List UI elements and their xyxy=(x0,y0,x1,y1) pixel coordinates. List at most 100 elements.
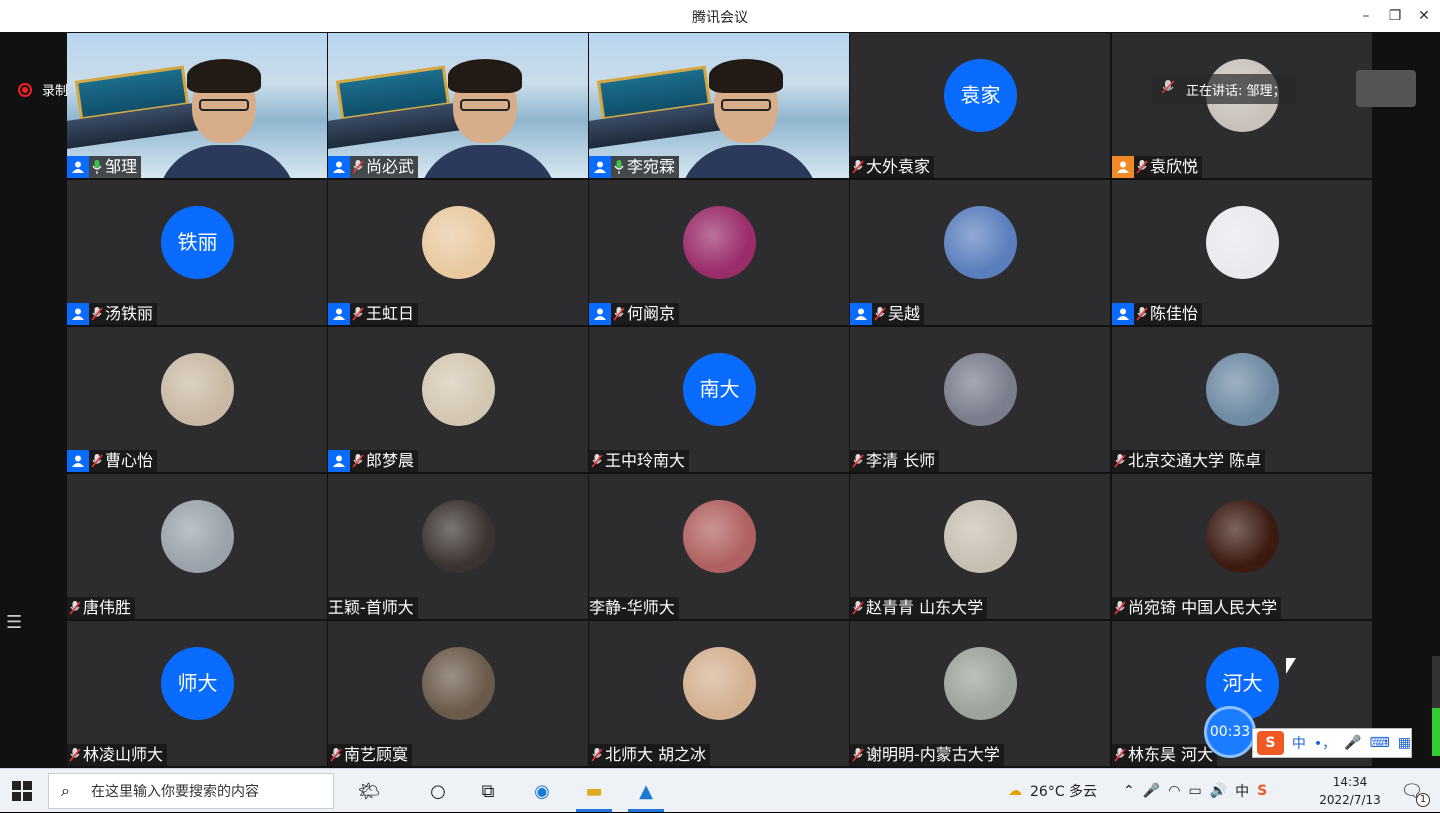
participant-tile[interactable]: 北师大 胡之冰 xyxy=(589,621,849,766)
participant-name-bar: 李清 长师 xyxy=(850,450,940,472)
participant-name-bar: 北京交通大学 陈卓 xyxy=(1112,450,1266,472)
taskbar-search-box[interactable]: ⌕ 在这里输入你要搜索的内容 xyxy=(48,773,334,809)
participant-tile[interactable]: 王虹日 xyxy=(328,180,588,325)
participant-tile[interactable]: 郎梦晨 xyxy=(328,327,588,472)
participant-tile[interactable]: 铁丽 汤铁丽 xyxy=(67,180,327,325)
participant-tile[interactable]: 谢明明-内蒙古大学 xyxy=(850,621,1110,766)
file-explorer-icon[interactable]: ▬ xyxy=(580,777,608,805)
participant-name-bar: 尚必武 xyxy=(328,156,419,178)
input-method-indicator[interactable]: 中 xyxy=(1235,781,1249,801)
participant-name-bar: 王虹日 xyxy=(328,303,419,325)
participant-name-bar: 郎梦晨 xyxy=(328,450,419,472)
user-icon xyxy=(67,450,89,472)
participant-tile[interactable]: 王颖-首师大 xyxy=(328,474,588,619)
call-timer[interactable]: 00:33 xyxy=(1204,706,1256,758)
participant-name-bar: 大外袁家 xyxy=(850,156,935,178)
participant-tile[interactable]: 李宛霖 xyxy=(589,33,849,178)
participant-name-bar: 南艺顾寞 xyxy=(328,744,413,766)
participant-tile[interactable]: 李静-华师大 xyxy=(589,474,849,619)
volume-icon[interactable]: 🔊 xyxy=(1210,783,1227,799)
participant-tile[interactable]: 袁家大外袁家 xyxy=(850,33,1110,178)
mic-muted-icon xyxy=(589,452,605,470)
participant-list-icon[interactable]: ☰ xyxy=(6,612,22,633)
participant-name: 李静-华师大 xyxy=(589,598,675,617)
participant-name-bar: 王颖-首师大 xyxy=(328,597,418,619)
participant-name-bar: 何阚京 xyxy=(589,303,680,325)
participant-tile[interactable]: 尚必武 xyxy=(328,33,588,178)
tencent-meeting-icon[interactable]: ▲ xyxy=(632,777,660,805)
participant-name-bar: 曹心怡 xyxy=(67,450,158,472)
participant-name-bar: 吴越 xyxy=(850,303,925,325)
participant-name: 吴越 xyxy=(888,304,921,323)
edge-browser-icon[interactable]: ◉ xyxy=(528,777,556,805)
volume-level-meter xyxy=(1432,656,1440,756)
participant-tile[interactable]: 尚宛锜 中国人民大学 xyxy=(1112,474,1372,619)
news-highlight-icon[interactable]: 🌤 xyxy=(344,777,394,805)
participant-tile[interactable]: 北京交通大学 陈卓 xyxy=(1112,327,1372,472)
avatar xyxy=(422,500,495,573)
participant-tile[interactable]: 邹理 xyxy=(67,33,327,178)
participant-tile[interactable]: 何阚京 xyxy=(589,180,849,325)
avatar: 南大 xyxy=(683,353,756,426)
participant-tile[interactable]: 师大 林凌山师大 xyxy=(67,621,327,766)
participant-name: 王虹日 xyxy=(366,304,415,323)
sogou-tray-icon[interactable]: S xyxy=(1257,783,1267,799)
mic-muted-icon xyxy=(850,746,866,764)
participant-name-bar: 林东昊 河大 xyxy=(1112,744,1218,766)
participant-tile[interactable]: 袁欣悦 xyxy=(1112,33,1372,178)
ime-apps-icon[interactable]: ▦ xyxy=(1398,735,1411,751)
ime-mic-icon[interactable]: 🎤 xyxy=(1344,735,1361,751)
participant-tile[interactable]: 吴越 xyxy=(850,180,1110,325)
participant-name-bar: 袁欣悦 xyxy=(1112,156,1203,178)
mic-muted-icon xyxy=(1161,79,1175,99)
ime-punct[interactable]: •， xyxy=(1314,733,1336,753)
avatar xyxy=(161,353,234,426)
participant-name-bar: 唐伟胜 xyxy=(67,597,136,619)
restore-button[interactable]: ❐ xyxy=(1385,6,1405,26)
windows-start-icon[interactable] xyxy=(12,781,32,801)
network-icon[interactable]: ◠ xyxy=(1168,783,1180,799)
participant-video xyxy=(679,53,819,178)
mic-muted-icon xyxy=(1112,452,1128,470)
task-view-icon[interactable]: ⧉ xyxy=(474,777,502,805)
close-button[interactable]: ✕ xyxy=(1414,6,1434,26)
participant-tile[interactable]: 李清 长师 xyxy=(850,327,1110,472)
sogou-icon[interactable]: S xyxy=(1257,731,1284,755)
participant-tile[interactable]: 南艺顾寞 xyxy=(328,621,588,766)
participant-tile[interactable]: 南大 王中玲南大 xyxy=(589,327,849,472)
mic-muted-icon xyxy=(850,452,866,470)
mic-muted-icon xyxy=(350,305,366,323)
participant-name-bar: 李静-华师大 xyxy=(589,597,679,619)
battery-icon[interactable]: ▭ xyxy=(1188,783,1201,799)
microphone-tray-icon[interactable]: 🎤 xyxy=(1143,783,1160,799)
participant-name: 唐伟胜 xyxy=(83,598,132,617)
user-icon xyxy=(850,303,872,325)
avatar: 袁家 xyxy=(944,59,1017,132)
avatar xyxy=(422,206,495,279)
taskbar-clock[interactable]: 14:34 2022/7/13 xyxy=(1310,773,1390,809)
participant-name: 李宛霖 xyxy=(627,157,676,176)
participant-tile[interactable]: 陈佳怡 xyxy=(1112,180,1372,325)
minimize-button[interactable]: – xyxy=(1356,6,1376,26)
participant-name: 北京交通大学 陈卓 xyxy=(1128,451,1262,470)
ime-toolbar[interactable]: S 中 •， 🎤 ⌨ ▦ xyxy=(1252,728,1412,758)
weather-text[interactable]: 26°C 多云 xyxy=(1030,781,1097,801)
cortana-icon[interactable]: ○ xyxy=(424,777,452,805)
avatar xyxy=(683,206,756,279)
video-thumbnail-control[interactable] xyxy=(1356,70,1416,107)
participant-name-bar: 陈佳怡 xyxy=(1112,303,1203,325)
speaking-indicator: 正在讲话: 邹理； xyxy=(1152,74,1296,104)
participant-name: 尚必武 xyxy=(366,157,415,176)
chevron-up-icon[interactable]: ⌃ xyxy=(1123,783,1135,799)
participant-name: 尚宛锜 中国人民大学 xyxy=(1128,598,1278,617)
participant-tile[interactable]: 曹心怡 xyxy=(67,327,327,472)
participant-name: 林东昊 河大 xyxy=(1128,745,1214,764)
participant-tile[interactable]: 赵青青 山东大学 xyxy=(850,474,1110,619)
notification-center-icon[interactable]: 🗨 1 xyxy=(1398,777,1430,807)
weather-icon[interactable]: ☁ xyxy=(1008,783,1022,799)
user-icon xyxy=(1112,303,1134,325)
ime-mode[interactable]: 中 xyxy=(1292,733,1306,753)
ime-keyboard-icon[interactable]: ⌨ xyxy=(1370,735,1390,751)
participant-tile[interactable]: 唐伟胜 xyxy=(67,474,327,619)
avatar xyxy=(683,647,756,720)
